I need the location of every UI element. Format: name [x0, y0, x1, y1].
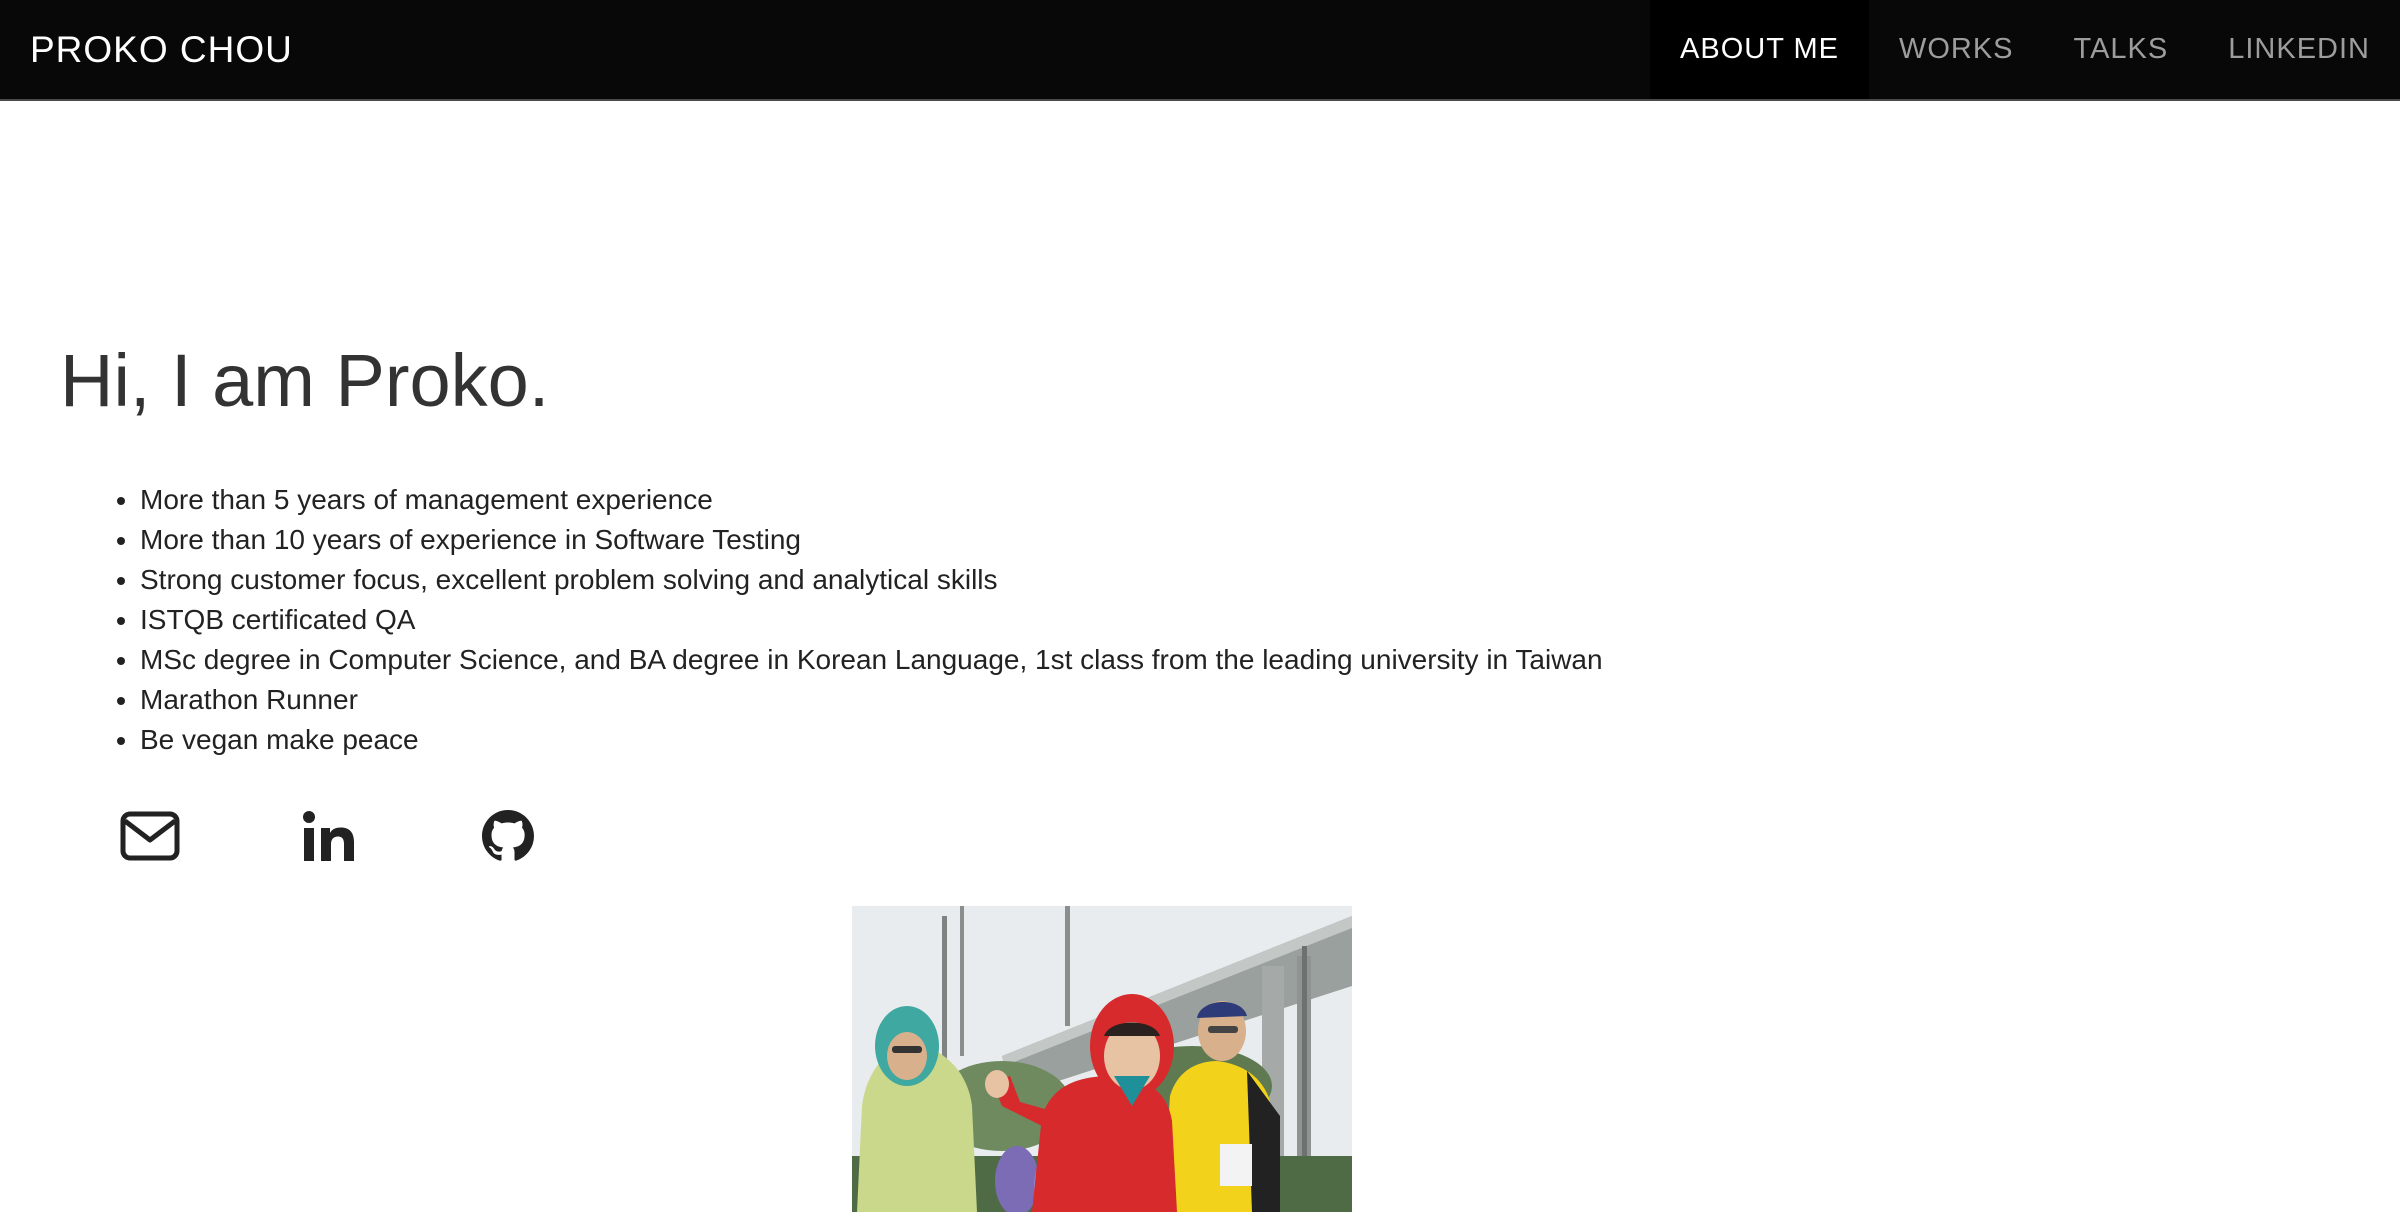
nav-item-talks[interactable]: TALKS	[2044, 0, 2199, 99]
email-link[interactable]	[90, 806, 210, 866]
navbar: PROKO CHOU ABOUT ME WORKS TALKS LINKEDIN	[0, 0, 2400, 101]
list-item: Marathon Runner	[140, 680, 1603, 720]
nav-menu: ABOUT ME WORKS TALKS LINKEDIN	[1650, 0, 2400, 99]
list-item: Be vegan make peace	[140, 720, 1603, 760]
list-item: ISTQB certificated QA	[140, 600, 1603, 640]
github-link[interactable]	[448, 806, 568, 866]
github-icon	[482, 810, 534, 861]
page-title: Hi, I am Proko.	[60, 339, 550, 422]
runners-photo-illustration	[852, 906, 1352, 1212]
list-item: MSc degree in Computer Science, and BA d…	[140, 640, 1603, 680]
list-item: More than 10 years of experience in Soft…	[140, 520, 1603, 560]
brand-link[interactable]: PROKO CHOU	[30, 0, 293, 99]
social-links	[90, 806, 627, 866]
list-item: Strong customer focus, excellent problem…	[140, 560, 1603, 600]
list-item: More than 5 years of management experien…	[140, 480, 1603, 520]
linkedin-link[interactable]	[269, 806, 389, 866]
linkedin-icon	[303, 811, 354, 861]
nav-item-about-me[interactable]: ABOUT ME	[1650, 0, 1869, 99]
nav-item-works[interactable]: WORKS	[1869, 0, 2044, 99]
envelope-icon	[120, 811, 180, 861]
profile-photo	[852, 906, 1352, 1212]
about-list: More than 5 years of management experien…	[60, 480, 1603, 760]
nav-item-linkedin[interactable]: LINKEDIN	[2198, 0, 2400, 99]
